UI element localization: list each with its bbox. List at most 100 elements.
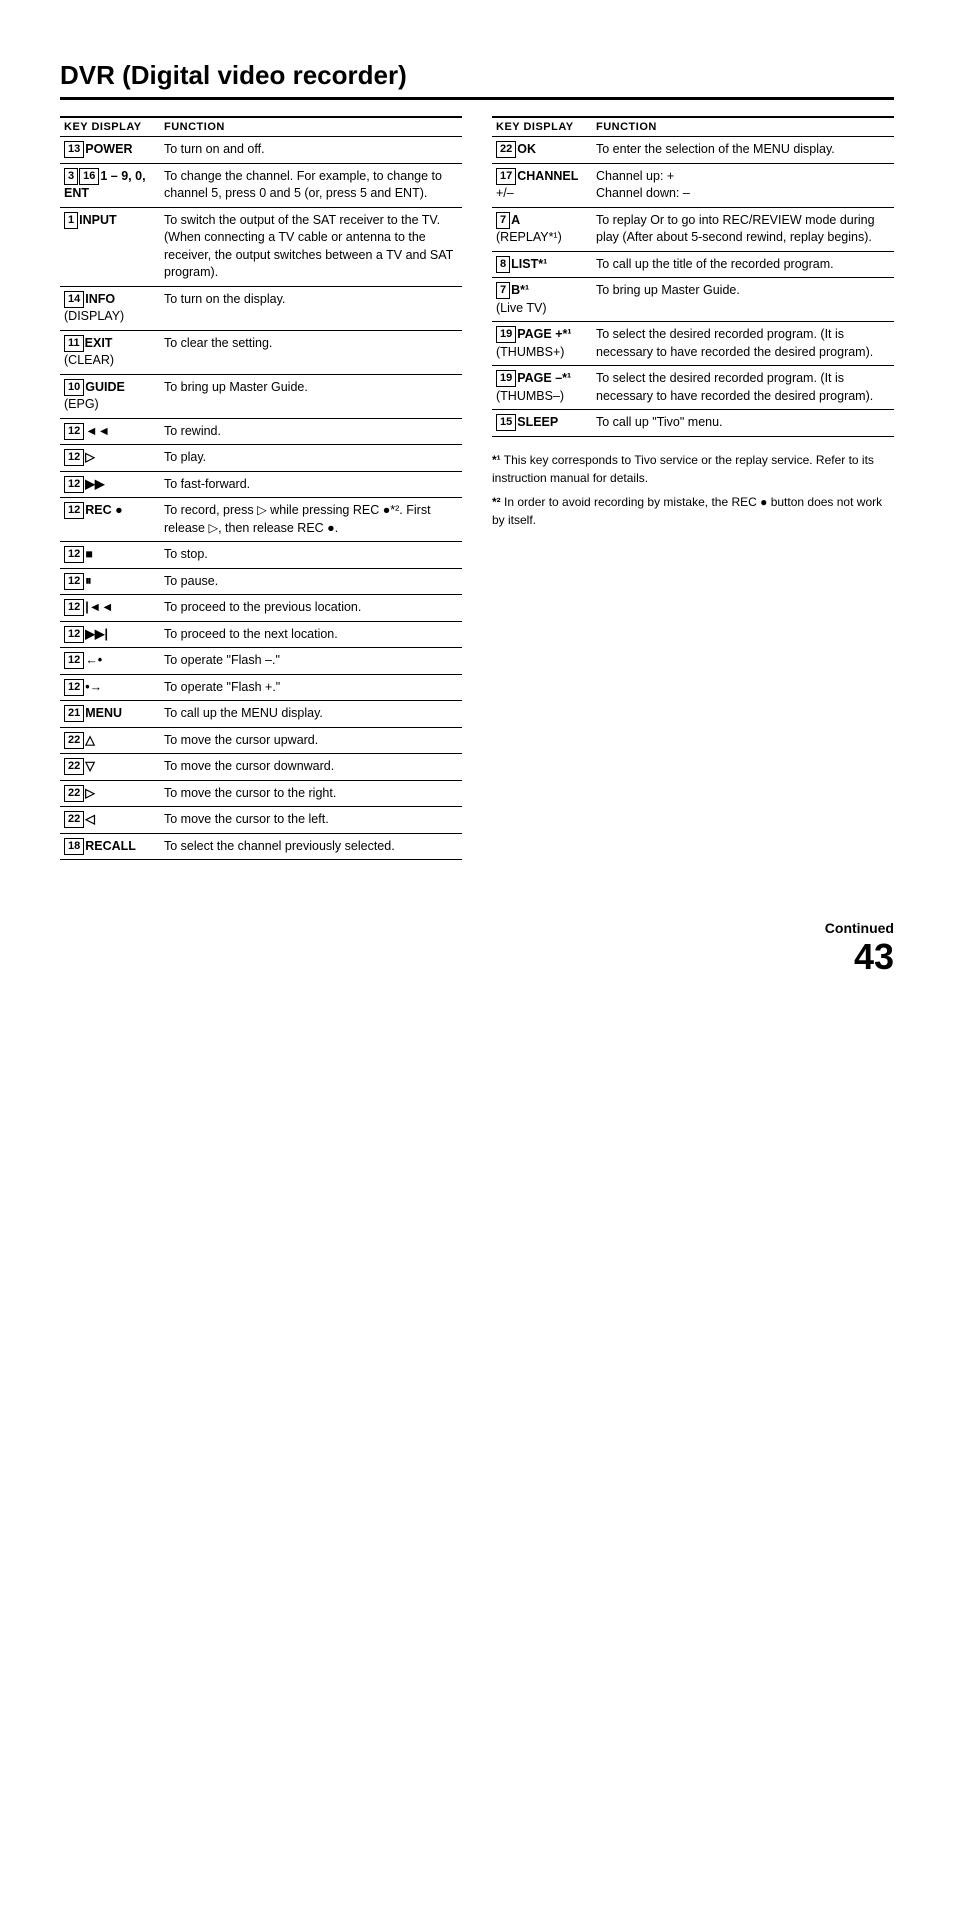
function-cell: To enter the selection of the MENU displ…: [592, 137, 894, 164]
key-number: 12: [64, 546, 84, 563]
key-cell: 21MENU: [60, 701, 160, 728]
key-cell: 3161 – 9, 0, ENT: [60, 163, 160, 207]
key-sublabel: (THUMBS–): [496, 389, 564, 403]
key-label: |◄◄: [85, 600, 113, 614]
key-cell: 22◁: [60, 807, 160, 834]
key-number: 3: [64, 168, 78, 185]
key-cell: 12•→: [60, 674, 160, 701]
key-cell: 12|◄◄: [60, 595, 160, 622]
key-number: 8: [496, 256, 510, 273]
key-number: 11: [64, 335, 84, 352]
key-number: 10: [64, 379, 84, 396]
right-col2-header: FUNCTION: [592, 117, 894, 137]
function-cell: To select the desired recorded program. …: [592, 322, 894, 366]
key-number: 22: [64, 758, 84, 775]
table-row: 12▶▶|To proceed to the next location.: [60, 621, 462, 648]
table-row: 12•→To operate "Flash +.": [60, 674, 462, 701]
right-table: KEY DISPLAY FUNCTION 22OKTo enter the se…: [492, 116, 894, 437]
key-cell: 7B*¹(Live TV): [492, 278, 592, 322]
key-cell: 12▷: [60, 445, 160, 472]
key-label: OK: [517, 142, 536, 156]
key-sublabel: +/–: [496, 186, 514, 200]
table-row: 12←•To operate "Flash –.": [60, 648, 462, 675]
left-column: KEY DISPLAY FUNCTION 13POWERTo turn on a…: [60, 116, 462, 860]
function-cell: To proceed to the previous location.: [160, 595, 462, 622]
key-number: 22: [64, 732, 84, 749]
key-number: 18: [64, 838, 84, 855]
key-number: 15: [496, 414, 516, 431]
key-number: 12: [64, 679, 84, 696]
table-row: 22◁To move the cursor to the left.: [60, 807, 462, 834]
key-number: 12: [64, 573, 84, 590]
table-row: 7B*¹(Live TV)To bring up Master Guide.: [492, 278, 894, 322]
key-label: ▶▶|: [85, 627, 108, 641]
key-cell: 12▶▶: [60, 471, 160, 498]
key-cell: 22▽: [60, 754, 160, 781]
key-label: ◄◄: [85, 424, 110, 438]
table-row: 21MENUTo call up the MENU display.: [60, 701, 462, 728]
key-label: CHANNEL: [517, 169, 578, 183]
function-cell: To call up the title of the recorded pro…: [592, 251, 894, 278]
key-cell: 19PAGE –*¹(THUMBS–): [492, 366, 592, 410]
key-cell: 22▷: [60, 780, 160, 807]
key-number: 12: [64, 449, 84, 466]
key-cell: 18RECALL: [60, 833, 160, 860]
table-row: 22OKTo enter the selection of the MENU d…: [492, 137, 894, 164]
right-column: KEY DISPLAY FUNCTION 22OKTo enter the se…: [492, 116, 894, 535]
key-cell: 22OK: [492, 137, 592, 164]
key-label: PAGE +*¹: [517, 327, 571, 341]
function-cell: To operate "Flash +.": [160, 674, 462, 701]
function-cell: To change the channel. For example, to c…: [160, 163, 462, 207]
key-label: RECALL: [85, 839, 136, 853]
table-row: 11EXIT(CLEAR)To clear the setting.: [60, 330, 462, 374]
table-row: 10GUIDE (EPG) To bring up Master Guide.: [60, 374, 462, 418]
key-number: 12: [64, 502, 84, 519]
key-number: 12: [64, 599, 84, 616]
function-cell: To proceed to the next location.: [160, 621, 462, 648]
key-number: 12: [64, 476, 84, 493]
function-cell: To bring up Master Guide.: [160, 374, 462, 418]
function-cell: To record, press ▷ while pressing REC ●*…: [160, 498, 462, 542]
key-number: 22: [496, 141, 516, 158]
key-cell: 19PAGE +*¹(THUMBS+): [492, 322, 592, 366]
table-row: 7A(REPLAY*¹)To replay Or to go into REC/…: [492, 207, 894, 251]
key-label: △: [85, 733, 95, 747]
table-row: 22△To move the cursor upward.: [60, 727, 462, 754]
function-cell: To rewind.: [160, 418, 462, 445]
key-label: MENU: [85, 706, 122, 720]
function-cell: To turn on and off.: [160, 137, 462, 164]
key-number: 22: [64, 785, 84, 802]
function-cell: To select the channel previously selecte…: [160, 833, 462, 860]
key-sublabel: (EPG): [64, 397, 99, 411]
function-cell: To bring up Master Guide.: [592, 278, 894, 322]
function-cell: To replay Or to go into REC/REVIEW mode …: [592, 207, 894, 251]
table-row: 22▷To move the cursor to the right.: [60, 780, 462, 807]
main-content: KEY DISPLAY FUNCTION 13POWERTo turn on a…: [60, 116, 894, 860]
key-number: 12: [64, 423, 84, 440]
footnotes: *¹ This key corresponds to Tivo service …: [492, 451, 894, 529]
key-number: 13: [64, 141, 84, 158]
function-cell: Channel up: +Channel down: –: [592, 163, 894, 207]
key-cell: 12⏸: [60, 568, 160, 595]
key-cell: 12REC ●: [60, 498, 160, 542]
key-label: GUIDE: [85, 380, 125, 394]
key-number: 12: [64, 652, 84, 669]
key-label: EXIT: [85, 336, 113, 350]
footnote-marker: *¹: [492, 453, 501, 467]
key-number: 21: [64, 705, 84, 722]
key-cell: 12▶▶|: [60, 621, 160, 648]
key-number: 14: [64, 291, 84, 308]
key-label: PAGE –*¹: [517, 371, 571, 385]
key-cell: 17CHANNEL+/–: [492, 163, 592, 207]
function-cell: To call up the MENU display.: [160, 701, 462, 728]
key-number: 22: [64, 811, 84, 828]
table-row: 8LIST*¹To call up the title of the recor…: [492, 251, 894, 278]
key-cell: 12■: [60, 542, 160, 569]
table-row: 12◄◄ To rewind.: [60, 418, 462, 445]
page-footer: Continued 43: [60, 920, 894, 978]
key-sublabel: (THUMBS+): [496, 345, 564, 359]
key-cell: 1INPUT: [60, 207, 160, 286]
key-label: ■: [85, 547, 93, 561]
table-row: 12|◄◄To proceed to the previous location…: [60, 595, 462, 622]
page-title: DVR (Digital video recorder): [60, 60, 894, 100]
